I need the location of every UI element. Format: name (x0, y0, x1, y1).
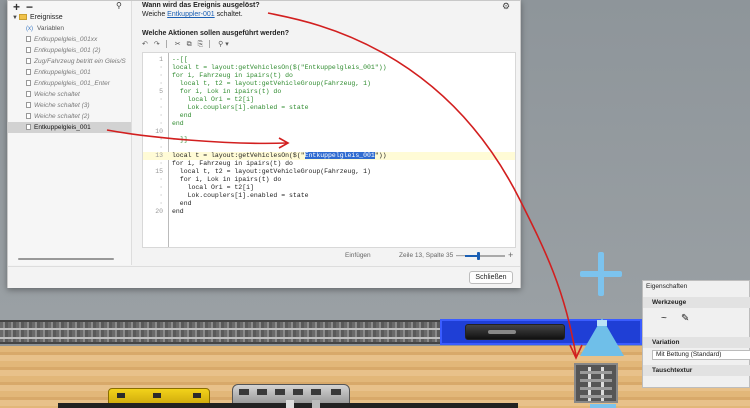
annotation-arrow (267, 12, 577, 357)
annotation-arrows (106, 12, 583, 360)
annotation-arrow (106, 129, 288, 145)
